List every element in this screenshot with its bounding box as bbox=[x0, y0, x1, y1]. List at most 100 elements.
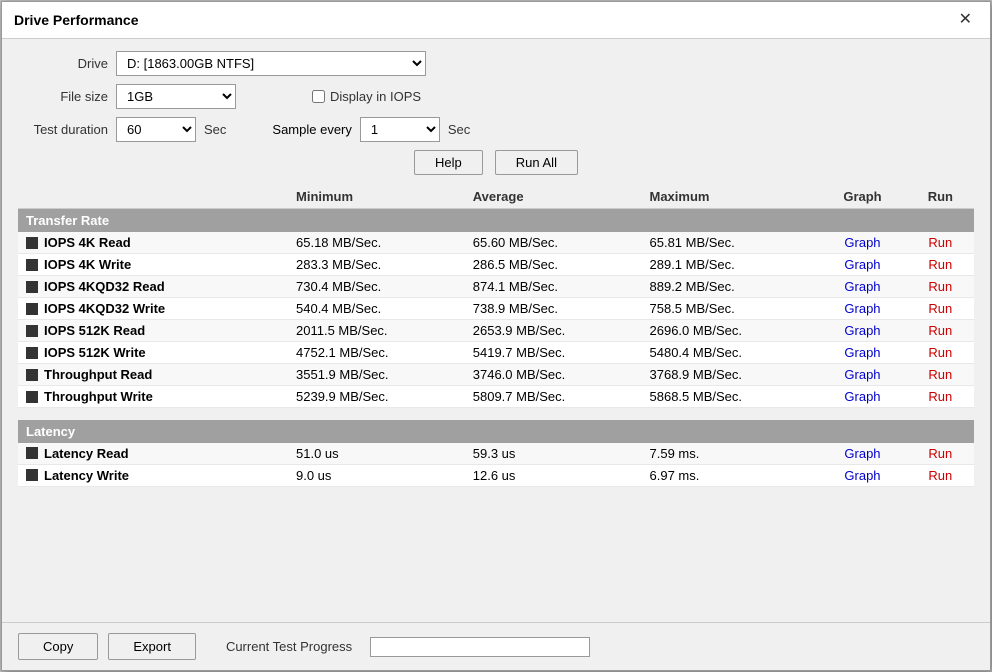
export-button[interactable]: Export bbox=[108, 633, 196, 660]
row-icon bbox=[26, 325, 38, 337]
row-name-cell: IOPS 512K Read bbox=[18, 320, 288, 342]
sample-select[interactable]: 1 2 5 bbox=[360, 117, 440, 142]
row-label-text: Throughput Write bbox=[44, 389, 153, 404]
row-label-text: Latency Write bbox=[44, 468, 129, 483]
col-name bbox=[18, 185, 288, 209]
row-minimum: 4752.1 MB/Sec. bbox=[288, 342, 465, 364]
row-name-cell: IOPS 512K Write bbox=[18, 342, 288, 364]
sec-label-1: Sec bbox=[204, 122, 226, 137]
table-header-row: Minimum Average Maximum Graph Run bbox=[18, 185, 974, 209]
row-name-cell: Latency Write bbox=[18, 464, 288, 486]
row-run-cell: Run bbox=[907, 364, 974, 386]
transfer-rate-header: Transfer Rate bbox=[18, 209, 974, 233]
table-row: Throughput Read 3551.9 MB/Sec. 3746.0 MB… bbox=[18, 364, 974, 386]
row-icon bbox=[26, 347, 38, 359]
table-row: IOPS 4KQD32 Read 730.4 MB/Sec. 874.1 MB/… bbox=[18, 276, 974, 298]
graph-link[interactable]: Graph bbox=[844, 446, 880, 461]
run-link[interactable]: Run bbox=[928, 301, 952, 316]
run-link[interactable]: Run bbox=[928, 279, 952, 294]
graph-link[interactable]: Graph bbox=[844, 235, 880, 250]
row-minimum: 3551.9 MB/Sec. bbox=[288, 364, 465, 386]
progress-bar bbox=[370, 637, 590, 657]
row-graph-cell: Graph bbox=[818, 364, 906, 386]
row-label-text: IOPS 4KQD32 Write bbox=[44, 301, 165, 316]
run-link[interactable]: Run bbox=[928, 446, 952, 461]
display-iops-checkbox[interactable] bbox=[312, 90, 325, 103]
row-icon bbox=[26, 281, 38, 293]
graph-link[interactable]: Graph bbox=[844, 389, 880, 404]
col-average: Average bbox=[465, 185, 642, 209]
graph-link[interactable]: Graph bbox=[844, 279, 880, 294]
run-link[interactable]: Run bbox=[928, 389, 952, 404]
row-run-cell: Run bbox=[907, 276, 974, 298]
row-maximum: 7.59 ms. bbox=[642, 443, 819, 465]
graph-link[interactable]: Graph bbox=[844, 468, 880, 483]
row-icon bbox=[26, 447, 38, 459]
row-icon bbox=[26, 369, 38, 381]
run-link[interactable]: Run bbox=[928, 468, 952, 483]
graph-link[interactable]: Graph bbox=[844, 323, 880, 338]
filesize-select[interactable]: 1GB 512MB bbox=[116, 84, 236, 109]
row-average: 5809.7 MB/Sec. bbox=[465, 386, 642, 408]
row-minimum: 730.4 MB/Sec. bbox=[288, 276, 465, 298]
graph-link[interactable]: Graph bbox=[844, 367, 880, 382]
display-iops-label: Display in IOPS bbox=[312, 89, 421, 104]
graph-link[interactable]: Graph bbox=[844, 257, 880, 272]
button-row: Help Run All bbox=[18, 150, 974, 175]
row-minimum: 5239.9 MB/Sec. bbox=[288, 386, 465, 408]
row-label-text: IOPS 4KQD32 Read bbox=[44, 279, 165, 294]
col-run: Run bbox=[907, 185, 974, 209]
run-all-button[interactable]: Run All bbox=[495, 150, 578, 175]
row-icon bbox=[26, 303, 38, 315]
row-average: 874.1 MB/Sec. bbox=[465, 276, 642, 298]
row-graph-cell: Graph bbox=[818, 232, 906, 254]
row-minimum: 283.3 MB/Sec. bbox=[288, 254, 465, 276]
run-link[interactable]: Run bbox=[928, 257, 952, 272]
table-row: Throughput Write 5239.9 MB/Sec. 5809.7 M… bbox=[18, 386, 974, 408]
sec-label-2: Sec bbox=[448, 122, 470, 137]
transfer-rate-label: Transfer Rate bbox=[18, 209, 974, 233]
duration-row: Test duration 60 30 120 Sec Sample every… bbox=[18, 117, 974, 142]
row-average: 12.6 us bbox=[465, 464, 642, 486]
latency-header: Latency bbox=[18, 420, 974, 443]
row-icon bbox=[26, 259, 38, 271]
table-section: Minimum Average Maximum Graph Run Transf… bbox=[18, 185, 974, 610]
progress-label: Current Test Progress bbox=[226, 639, 352, 654]
run-link[interactable]: Run bbox=[928, 345, 952, 360]
row-average: 2653.9 MB/Sec. bbox=[465, 320, 642, 342]
row-maximum: 5868.5 MB/Sec. bbox=[642, 386, 819, 408]
row-maximum: 3768.9 MB/Sec. bbox=[642, 364, 819, 386]
sample-every-label: Sample every bbox=[272, 122, 351, 137]
row-label-text: Latency Read bbox=[44, 446, 129, 461]
help-button[interactable]: Help bbox=[414, 150, 483, 175]
graph-link[interactable]: Graph bbox=[844, 301, 880, 316]
main-content: Drive D: [1863.00GB NTFS] File size 1GB … bbox=[2, 39, 990, 622]
row-run-cell: Run bbox=[907, 342, 974, 364]
graph-link[interactable]: Graph bbox=[844, 345, 880, 360]
run-link[interactable]: Run bbox=[928, 323, 952, 338]
drive-select[interactable]: D: [1863.00GB NTFS] bbox=[116, 51, 426, 76]
row-graph-cell: Graph bbox=[818, 443, 906, 465]
row-average: 59.3 us bbox=[465, 443, 642, 465]
title-bar: Drive Performance ✕ bbox=[2, 2, 990, 39]
row-minimum: 51.0 us bbox=[288, 443, 465, 465]
drive-performance-window: Drive Performance ✕ Drive D: [1863.00GB … bbox=[1, 1, 991, 671]
results-table: Minimum Average Maximum Graph Run Transf… bbox=[18, 185, 974, 487]
run-link[interactable]: Run bbox=[928, 235, 952, 250]
row-name-cell: IOPS 4KQD32 Read bbox=[18, 276, 288, 298]
copy-button[interactable]: Copy bbox=[18, 633, 98, 660]
form-section: Drive D: [1863.00GB NTFS] File size 1GB … bbox=[18, 51, 974, 175]
row-label-text: IOPS 4K Read bbox=[44, 235, 131, 250]
row-maximum: 6.97 ms. bbox=[642, 464, 819, 486]
table-row: Latency Read 51.0 us 59.3 us 7.59 ms. Gr… bbox=[18, 443, 974, 465]
row-run-cell: Run bbox=[907, 254, 974, 276]
table-row: Latency Write 9.0 us 12.6 us 6.97 ms. Gr… bbox=[18, 464, 974, 486]
row-graph-cell: Graph bbox=[818, 464, 906, 486]
row-minimum: 65.18 MB/Sec. bbox=[288, 232, 465, 254]
row-name-cell: Throughput Read bbox=[18, 364, 288, 386]
row-minimum: 2011.5 MB/Sec. bbox=[288, 320, 465, 342]
close-button[interactable]: ✕ bbox=[953, 10, 978, 30]
duration-select[interactable]: 60 30 120 bbox=[116, 117, 196, 142]
row-average: 738.9 MB/Sec. bbox=[465, 298, 642, 320]
run-link[interactable]: Run bbox=[928, 367, 952, 382]
